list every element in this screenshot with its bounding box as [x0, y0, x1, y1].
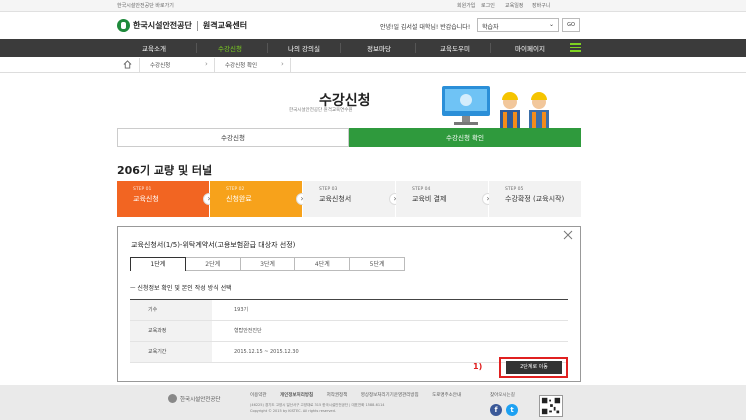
- application-modal: 교육신청서(1/5)-위탁계약서(고용보험환급 대상자 선정) 1단계 2단계 …: [117, 226, 581, 382]
- row-value-term: 193기: [234, 307, 249, 313]
- logo-sub: 원격교육센터: [202, 21, 248, 30]
- row-label-period: 교육기간: [130, 342, 212, 362]
- info-table: 기수 193기 교육과정 형탑안전진단 교육기간 2015.12.15 ~ 20…: [130, 299, 568, 363]
- table-row: 기수 193기: [130, 300, 568, 321]
- footer-link-directions[interactable]: 찾아오시는길: [490, 392, 515, 398]
- hamburger-menu-icon[interactable]: [570, 43, 581, 52]
- cart-link[interactable]: 장바구니: [532, 2, 550, 9]
- step-label: 교육신청서: [319, 195, 352, 203]
- main-nav: 교육소개 수강신청 나의 강의실 정보마당 교육도우미 마이페이지: [0, 39, 746, 57]
- stage-tab-1[interactable]: 1단계: [130, 257, 186, 271]
- close-icon[interactable]: [562, 229, 574, 241]
- step-number: STEP 01: [133, 187, 152, 192]
- go-button[interactable]: GO: [562, 18, 580, 32]
- step-4: STEP 04 교육비 결제: [396, 181, 488, 217]
- footer-link-copyright[interactable]: 저작권정책: [327, 393, 348, 398]
- footer-link-terms[interactable]: 이용약관: [250, 393, 267, 398]
- breadcrumb-level2[interactable]: 수강신청 확인: [225, 61, 257, 69]
- modal-title: 교육신청서(1/5)-위탁계약서(고용보험환급 대상자 선정): [131, 241, 296, 249]
- footer-copyright: Copyright © 2015 by KISTEC. All rights r…: [250, 409, 336, 413]
- step-label: 신청완료: [226, 195, 252, 203]
- role-select-value: 학습자: [482, 24, 499, 31]
- breadcrumb-divider: [214, 58, 215, 72]
- logo-divider: [196, 20, 198, 31]
- nav-item-help[interactable]: 교육도우미: [425, 43, 485, 53]
- stage-tabs: 1단계 2단계 3단계 4단계 5단계: [130, 257, 405, 271]
- logo[interactable]: 한국시설안전공단 원격교육센터: [117, 19, 247, 32]
- nav-divider: [415, 43, 416, 53]
- footer-logo: 한국시설안전공단: [168, 394, 220, 403]
- footer-address: (46225) 경기도 고양시 일산서구 고양대로 315 한국시설안전공단 |…: [250, 403, 385, 407]
- site-link[interactable]: 한국시설안전공단 바로가기: [117, 2, 174, 9]
- nav-divider: [196, 43, 197, 53]
- step-label: 교육비 결제: [412, 195, 447, 203]
- chevron-right-icon: ›: [281, 60, 284, 68]
- step-number: STEP 04: [412, 187, 431, 192]
- main-content: 수강신청 한국시설안전공단 원격교육연수원 수강신청 수강신청 확인 206기 …: [0, 73, 746, 385]
- enroll-tabs: 수강신청 수강신청 확인: [117, 128, 581, 147]
- footer: 한국시설안전공단 이용약관 개인정보처리방침 저작권정책 영상정보처리기기운영관…: [0, 385, 746, 420]
- nav-divider: [490, 43, 491, 53]
- stage-tab-3[interactable]: 3단계: [240, 257, 296, 271]
- footer-link-privacy[interactable]: 개인정보처리방침: [280, 393, 313, 398]
- greeting-text: 안녕!일 김서설 대학님! 반갑습니다!: [380, 24, 471, 31]
- step-number: STEP 02: [226, 187, 245, 192]
- nav-item-my-classroom[interactable]: 나의 강의실: [274, 43, 334, 53]
- breadcrumb-level1[interactable]: 수강신청: [150, 61, 170, 69]
- progress-steps: STEP 01 교육신청 › STEP 02 신청완료 › STEP 03 교육신청서 › STE…: [117, 181, 581, 217]
- nav-item-intro[interactable]: 교육소개: [124, 43, 184, 53]
- chevron-right-icon: ›: [205, 60, 208, 68]
- step-3: STEP 03 교육신청서: [303, 181, 395, 217]
- row-label-course: 교육과정: [130, 321, 212, 341]
- role-select[interactable]: 학습자 ⌄: [477, 18, 559, 32]
- workers-illustration: [442, 86, 549, 128]
- stage-tab-5[interactable]: 5단계: [350, 257, 405, 271]
- course-title: 206기 교량 및 터널: [117, 164, 213, 177]
- step-2: STEP 02 신청완료: [210, 181, 302, 217]
- footer-logo-text: 한국시설안전공단: [180, 396, 221, 403]
- section-heading: ㅡ 신청정보 확인 및 본인 작성 방식 선택: [130, 285, 232, 292]
- breadcrumb-divider: [139, 58, 140, 72]
- step-label: 수강확정 (교육시작): [505, 195, 565, 203]
- footer-links: 이용약관 개인정보처리방침 저작권정책 영상정보처리기기운영관리방침 도로명주소…: [250, 392, 473, 398]
- nav-item-info[interactable]: 정보마당: [349, 43, 409, 53]
- page-subtitle: 한국시설안전공단 원격교육연수원: [289, 108, 353, 113]
- step-1: STEP 01 교육신청: [117, 181, 209, 217]
- breadcrumb-divider: [290, 58, 291, 72]
- table-row: 교육과정 형탑안전진단: [130, 321, 568, 342]
- row-label-term: 기수: [130, 300, 212, 320]
- next-stage-button[interactable]: 2단계로 이동: [506, 361, 562, 374]
- qr-code-icon: [539, 395, 563, 417]
- tab-enroll[interactable]: 수강신청: [117, 128, 349, 147]
- top-utility-bar: 한국시설안전공단 바로가기 회원가입 로그인 교육일정 장바구니: [0, 0, 746, 12]
- nav-item-enroll[interactable]: 수강신청: [200, 43, 260, 53]
- footer-link-address[interactable]: 도로명주소안내: [432, 393, 461, 398]
- home-icon[interactable]: [123, 60, 132, 69]
- step-label: 교육신청: [133, 195, 159, 203]
- logo-main: 한국시설안전공단: [133, 21, 192, 30]
- step-number: STEP 05: [505, 187, 524, 192]
- nav-divider: [267, 43, 268, 53]
- stage-tab-4[interactable]: 4단계: [295, 257, 351, 271]
- nav-divider: [340, 43, 341, 53]
- login-link[interactable]: 로그인: [481, 2, 495, 9]
- breadcrumb: 수강신청 › 수강신청 확인 ›: [0, 57, 746, 73]
- footer-link-cctv[interactable]: 영상정보처리기기운영관리방침: [361, 393, 419, 398]
- step-number: STEP 03: [319, 187, 338, 192]
- schedule-link[interactable]: 교육일정: [505, 2, 523, 9]
- header: 한국시설안전공단 원격교육센터 안녕!일 김서설 대학님! 반갑습니다! 학습자…: [0, 12, 746, 39]
- chevron-down-icon: ⌄: [548, 21, 554, 28]
- footer-logo-icon: [168, 394, 177, 403]
- facebook-icon[interactable]: f: [490, 404, 502, 416]
- step-5: STEP 05 수강확정 (교육시작): [489, 181, 581, 217]
- row-value-course: 형탑안전진단: [234, 328, 262, 334]
- stage-tab-2[interactable]: 2단계: [185, 257, 241, 271]
- annotation-marker: 1): [473, 362, 483, 371]
- signup-link[interactable]: 회원가입: [457, 2, 475, 9]
- logo-icon: [117, 19, 130, 32]
- tab-enroll-confirm[interactable]: 수강신청 확인: [349, 128, 581, 147]
- nav-item-mypage[interactable]: 마이페이지: [500, 43, 560, 53]
- twitter-icon[interactable]: t: [506, 404, 518, 416]
